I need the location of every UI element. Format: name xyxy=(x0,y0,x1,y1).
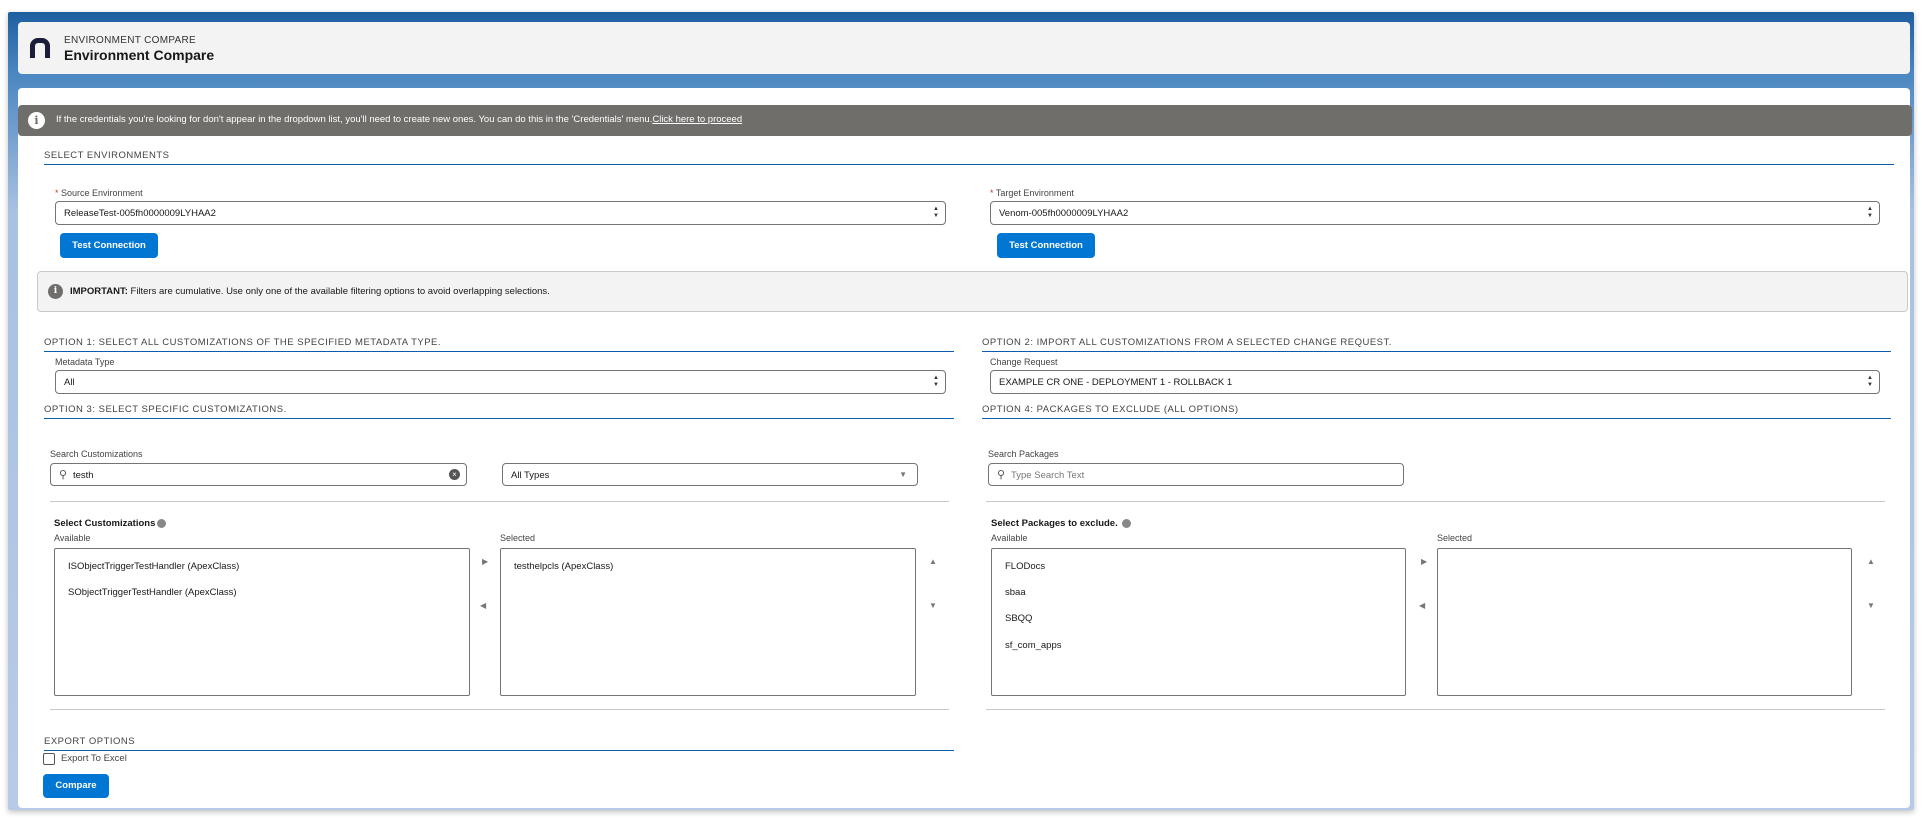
search-icon: ⚲ xyxy=(59,469,68,481)
available-label: Available xyxy=(54,533,91,543)
search-packages-label: Search Packages xyxy=(988,449,1059,459)
clear-icon[interactable]: × xyxy=(449,469,460,480)
select-packages-title: Select Packages to exclude. xyxy=(991,518,1132,529)
divider xyxy=(50,709,949,710)
target-environment-select[interactable]: Venom-005fh0000009LYHAA2 ▲ ▼ xyxy=(990,201,1880,225)
change-request-select[interactable]: EXAMPLE CR ONE - DEPLOYMENT 1 - ROLLBACK… xyxy=(990,370,1880,394)
credentials-banner: i If the credentials you're looking for … xyxy=(18,105,1912,136)
proceed-link[interactable]: Click here to proceed xyxy=(652,114,742,125)
export-to-excel-checkbox[interactable] xyxy=(43,753,55,765)
search-icon: ⚲ xyxy=(997,469,1006,481)
available-customizations-list[interactable]: ISObjectTriggerTestHandler (ApexClass) S… xyxy=(54,548,470,696)
metadata-type-label: Metadata Type xyxy=(55,357,115,367)
select-spinner-icon: ▲ ▼ xyxy=(1867,206,1873,219)
search-packages-input[interactable]: ⚲ Type Search Text xyxy=(988,463,1404,486)
target-environment-label: * Target Environment xyxy=(990,188,1074,198)
divider xyxy=(986,709,1885,710)
chevron-down-icon: ▼ xyxy=(899,470,907,479)
select-spinner-icon: ▲ ▼ xyxy=(933,206,939,219)
move-up-icon[interactable]: ▲ xyxy=(1867,557,1875,566)
list-item[interactable]: sbaa xyxy=(1005,587,1026,598)
metadata-type-select[interactable]: All ▲ ▼ xyxy=(55,370,946,394)
app-logo-icon xyxy=(30,38,50,58)
move-left-icon[interactable]: ◀ xyxy=(1419,601,1425,610)
option2-title: OPTION 2: IMPORT ALL CUSTOMIZATIONS FROM… xyxy=(982,337,1891,352)
target-test-connection-button[interactable]: Test Connection xyxy=(997,233,1095,258)
info-icon: i xyxy=(48,284,63,299)
search-customizations-input[interactable]: ⚲ testh × xyxy=(50,463,467,486)
export-options-title: EXPORT OPTIONS xyxy=(44,736,954,751)
available-packages-list[interactable]: FLODocs sbaa SBQQ sf_com_apps xyxy=(991,548,1406,696)
move-down-icon[interactable]: ▼ xyxy=(1867,601,1875,610)
option1-title: OPTION 1: SELECT ALL CUSTOMIZATIONS OF T… xyxy=(44,337,954,352)
export-to-excel-label: Export To Excel xyxy=(61,753,127,764)
option4-title: OPTION 4: PACKAGES TO EXCLUDE (ALL OPTIO… xyxy=(982,404,1891,419)
source-environment-label: * Source Environment xyxy=(55,188,143,198)
list-item[interactable]: ISObjectTriggerTestHandler (ApexClass) xyxy=(68,561,239,572)
list-item[interactable]: SObjectTriggerTestHandler (ApexClass) xyxy=(68,587,237,598)
important-notice: i IMPORTANT: Filters are cumulative. Use… xyxy=(37,271,1908,312)
banner-text: If the credentials you're looking for do… xyxy=(56,114,653,125)
move-left-icon[interactable]: ◀ xyxy=(480,601,486,610)
select-customizations-title: Select Customizations xyxy=(54,518,167,529)
available-label: Available xyxy=(991,533,1028,543)
compare-button[interactable]: Compare xyxy=(43,774,109,798)
page-header: ENVIRONMENT COMPARE Environment Compare xyxy=(18,22,1910,74)
move-down-icon[interactable]: ▼ xyxy=(929,601,937,610)
list-item[interactable]: SBQQ xyxy=(1005,613,1032,624)
section-select-environments: SELECT ENVIRONMENTS xyxy=(44,150,1894,165)
page-title: Environment Compare xyxy=(64,47,215,63)
list-item[interactable]: testhelpcls (ApexClass) xyxy=(514,561,613,572)
option3-title: OPTION 3: SELECT SPECIFIC CUSTOMIZATIONS… xyxy=(44,404,954,419)
selected-customizations-list[interactable]: testhelpcls (ApexClass) xyxy=(500,548,916,696)
source-environment-select[interactable]: ReleaseTest-005fh0000009LYHAA2 ▲ ▼ xyxy=(55,201,946,225)
divider xyxy=(50,501,949,502)
source-test-connection-button[interactable]: Test Connection xyxy=(60,233,158,258)
divider xyxy=(986,501,1885,502)
info-icon[interactable] xyxy=(1122,518,1132,528)
type-filter-select[interactable]: All Types ▼ xyxy=(502,463,918,486)
selected-label: Selected xyxy=(500,533,536,543)
info-icon: i xyxy=(28,112,45,129)
selected-label: Selected xyxy=(1437,533,1473,543)
list-item[interactable]: sf_com_apps xyxy=(1005,640,1062,651)
header-eyebrow: ENVIRONMENT COMPARE xyxy=(64,35,197,46)
list-item[interactable]: FLODocs xyxy=(1005,561,1045,572)
select-spinner-icon: ▲ ▼ xyxy=(1867,375,1873,388)
change-request-label: Change Request xyxy=(990,357,1058,367)
info-icon[interactable] xyxy=(157,518,167,528)
move-right-icon[interactable]: ▶ xyxy=(1421,557,1427,566)
search-customizations-label: Search Customizations xyxy=(50,449,143,459)
move-up-icon[interactable]: ▲ xyxy=(929,557,937,566)
select-spinner-icon: ▲ ▼ xyxy=(933,375,939,388)
main-card: i If the credentials you're looking for … xyxy=(18,88,1912,808)
selected-packages-list[interactable] xyxy=(1437,548,1852,696)
move-right-icon[interactable]: ▶ xyxy=(482,557,488,566)
